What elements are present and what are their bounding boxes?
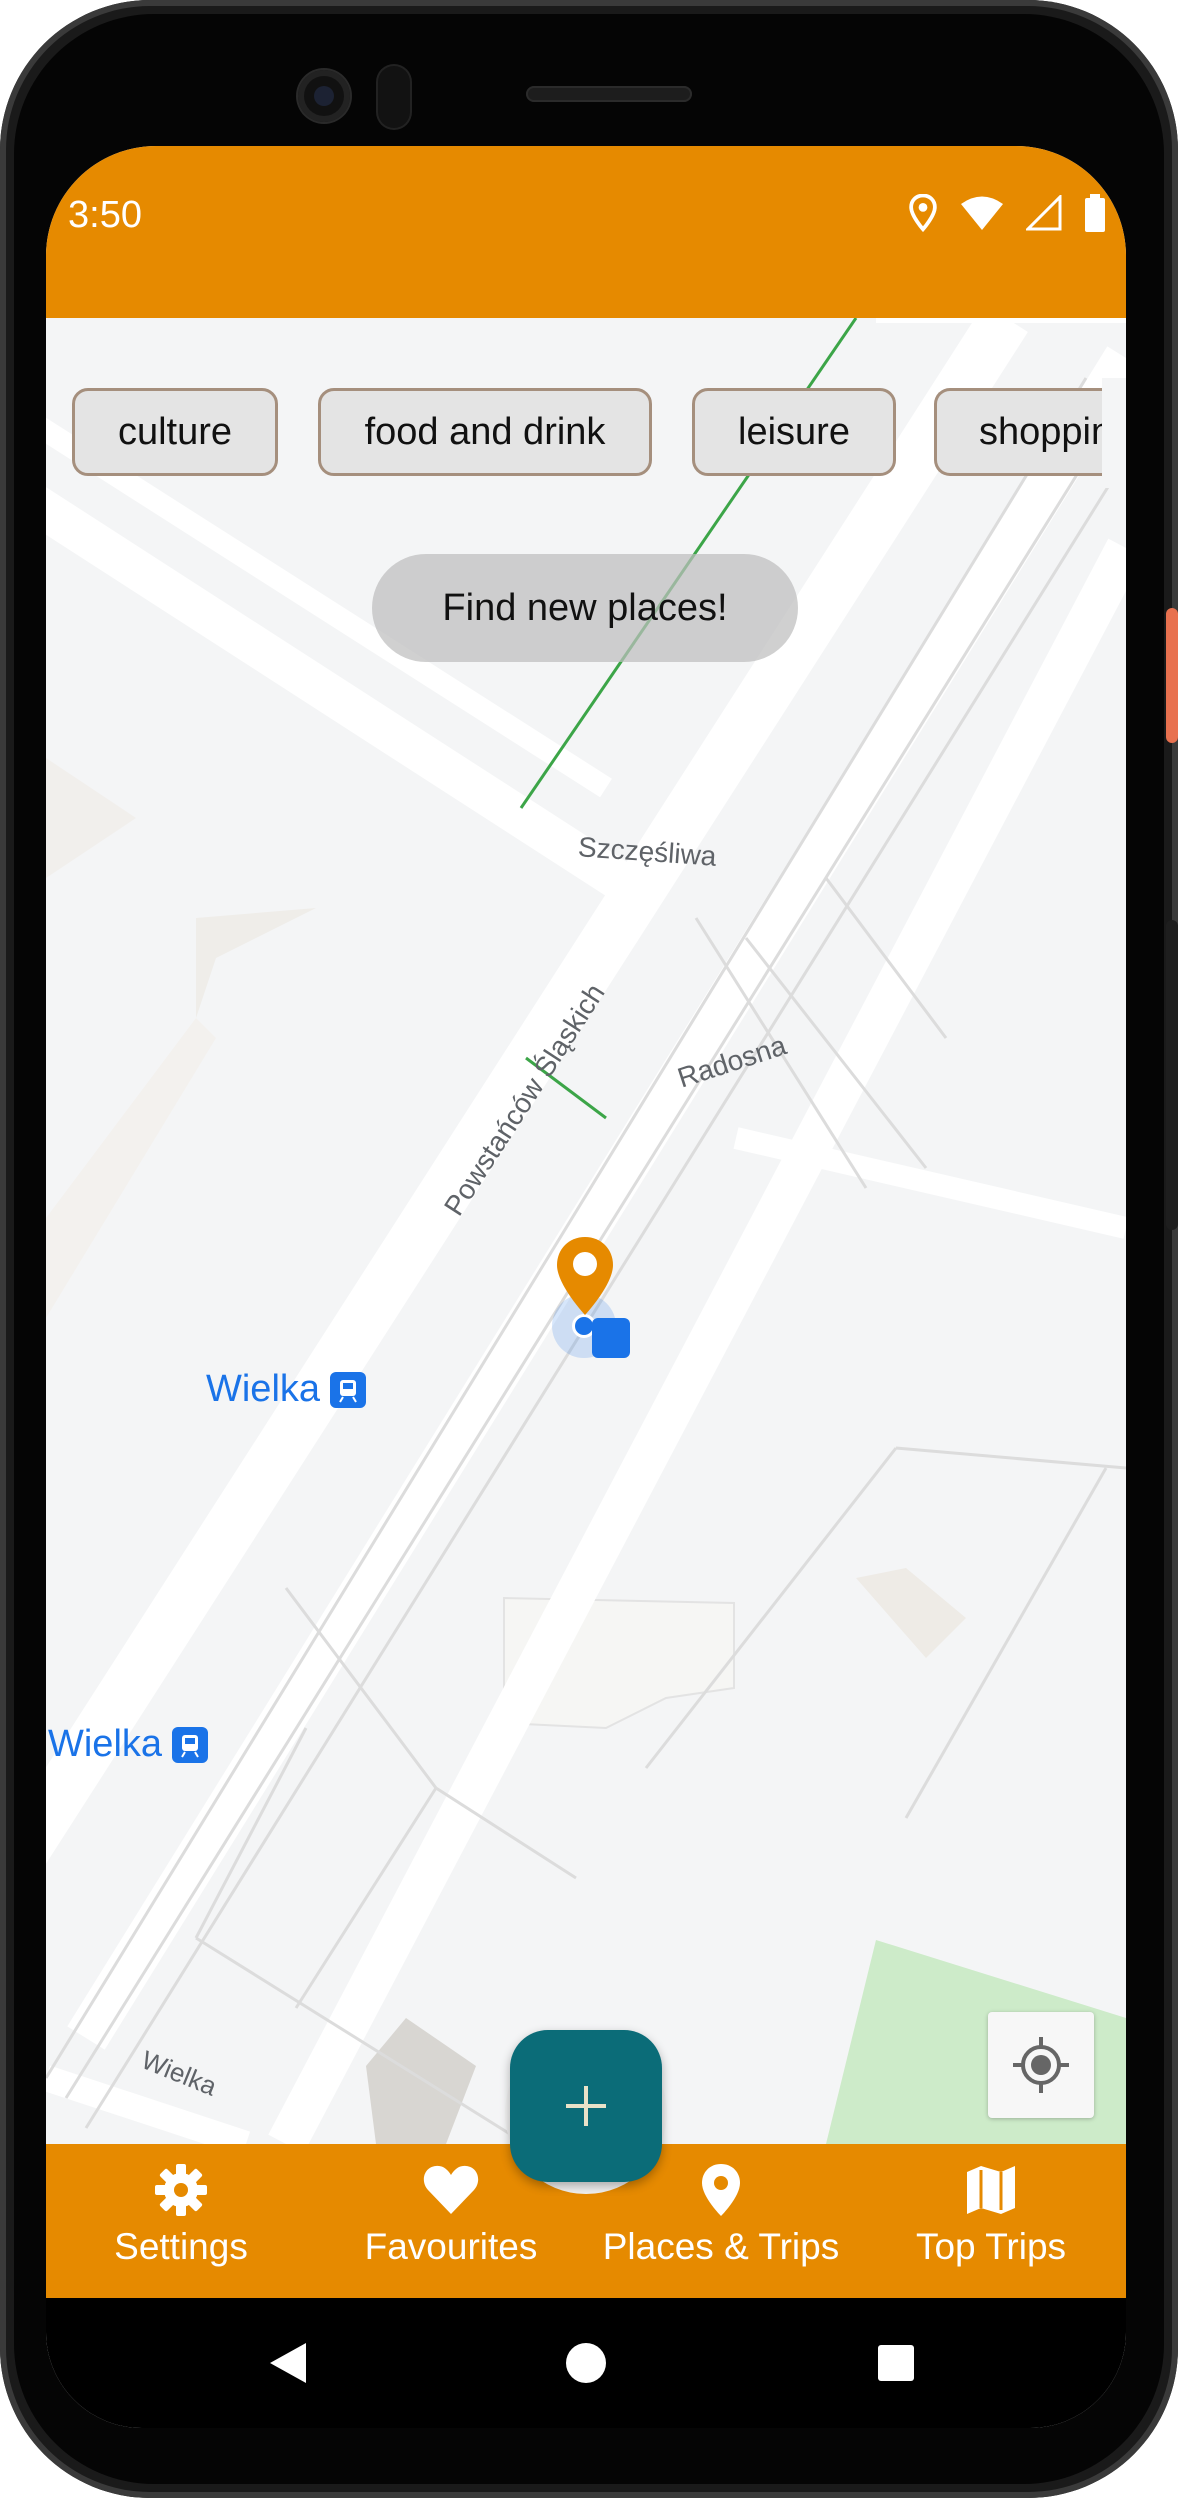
chip-food-and-drink[interactable]: food and drink [318, 388, 652, 476]
my-location-button[interactable] [988, 2012, 1094, 2118]
status-time: 3:50 [68, 194, 142, 236]
back-button[interactable] [228, 2298, 348, 2428]
chip-leisure[interactable]: leisure [692, 388, 896, 476]
nav-label-top-trips: Top Trips [915, 2226, 1067, 2267]
transit-stop-label[interactable]: Wielka [48, 1723, 209, 1766]
signal-icon [1026, 195, 1062, 231]
map-view[interactable]: Szczęśliwa Radosna Powstańców Śląskich W… [46, 318, 1126, 2144]
phone-frame: 3:50 Szczęśliwa Radosna Powstańców Śląsk… [0, 0, 1178, 2498]
transit-stop-label[interactable]: Wielka [206, 1368, 367, 1411]
category-chip-row: culture food and drink leisure shopping [46, 318, 1126, 488]
power-button [1166, 608, 1178, 743]
find-new-places-button[interactable]: Find new places! [372, 554, 798, 662]
sensor [378, 66, 410, 128]
map-pin-icon [702, 2164, 740, 2216]
recents-icon [878, 2345, 914, 2381]
transit-stop-name: Wielka [48, 1723, 163, 1765]
plus-icon [566, 2086, 606, 2126]
chip-shopping[interactable]: shopping [934, 388, 1126, 476]
nav-label-settings: Settings [114, 2226, 248, 2267]
system-navigation-bar [46, 2298, 1126, 2428]
place-marker-icon[interactable] [554, 1235, 616, 1322]
front-camera [298, 70, 350, 122]
screen: 3:50 Szczęśliwa Radosna Powstańców Śląsk… [46, 146, 1126, 2428]
map-icon [967, 2166, 1015, 2214]
nav-label-places-trips: Places & Trips [602, 2226, 840, 2267]
back-icon [270, 2343, 306, 2383]
bus-stop-icon [592, 1318, 630, 1358]
chip-row-fade [1102, 378, 1126, 488]
heart-icon [423, 2165, 479, 2214]
volume-button [1166, 920, 1178, 1230]
battery-icon [1085, 194, 1105, 232]
status-bar: 3:50 [46, 146, 1126, 318]
home-button[interactable] [526, 2298, 646, 2428]
location-icon [909, 194, 937, 232]
wifi-icon [961, 196, 1003, 230]
transit-stop-name: Wielka [206, 1368, 321, 1410]
recents-button[interactable] [836, 2298, 956, 2428]
gear-icon [155, 2164, 207, 2216]
chip-culture[interactable]: culture [72, 388, 278, 476]
home-icon [566, 2343, 606, 2383]
add-button[interactable] [510, 2030, 662, 2182]
status-icons [908, 194, 1106, 232]
earpiece-speaker [526, 86, 692, 102]
nav-label-favourites: Favourites [364, 2226, 538, 2267]
tram-icon [330, 1371, 367, 1408]
nav-item-top-trips[interactable]: Top Trips [856, 2144, 1126, 2298]
crosshair-icon [1013, 2037, 1069, 2093]
tram-icon [172, 1726, 209, 1763]
nav-item-settings[interactable]: Settings [46, 2144, 316, 2298]
